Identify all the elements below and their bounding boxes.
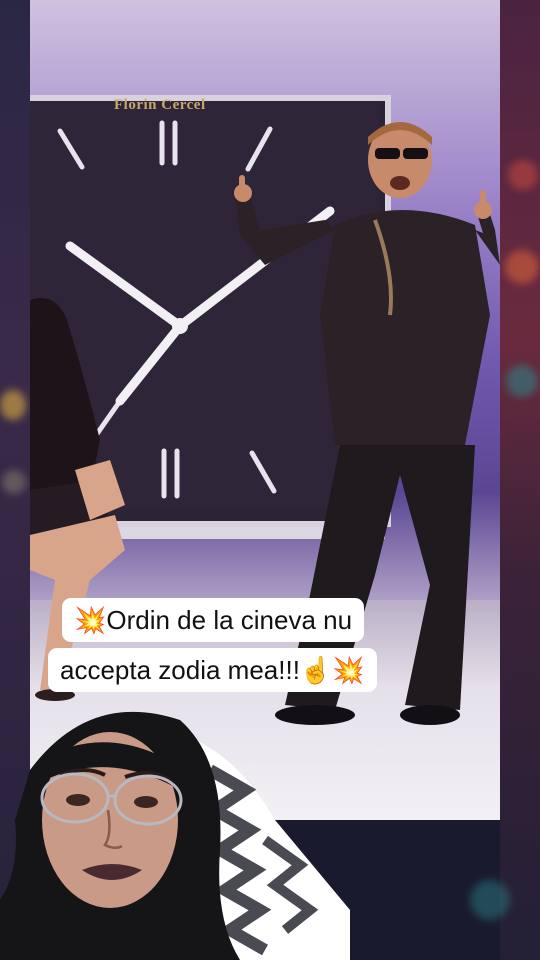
bokeh-light: [0, 390, 26, 420]
creator-avatar: [0, 711, 350, 960]
bokeh-light: [470, 880, 510, 920]
bokeh-light: [2, 470, 26, 494]
bokeh-light: [506, 365, 538, 397]
video-frame[interactable]: Florin Cercel: [30, 0, 500, 820]
caption-line-1: 💥Ordin de la cineva nu: [62, 598, 365, 642]
bokeh-light: [505, 250, 539, 284]
background-right: [500, 0, 540, 960]
bokeh-light: [508, 160, 538, 190]
performer-figure: [234, 122, 500, 725]
caption-line-2: accepta zodia mea!!!☝️💥: [48, 648, 377, 692]
brand-logo-text: Florin Cercel: [114, 97, 206, 113]
